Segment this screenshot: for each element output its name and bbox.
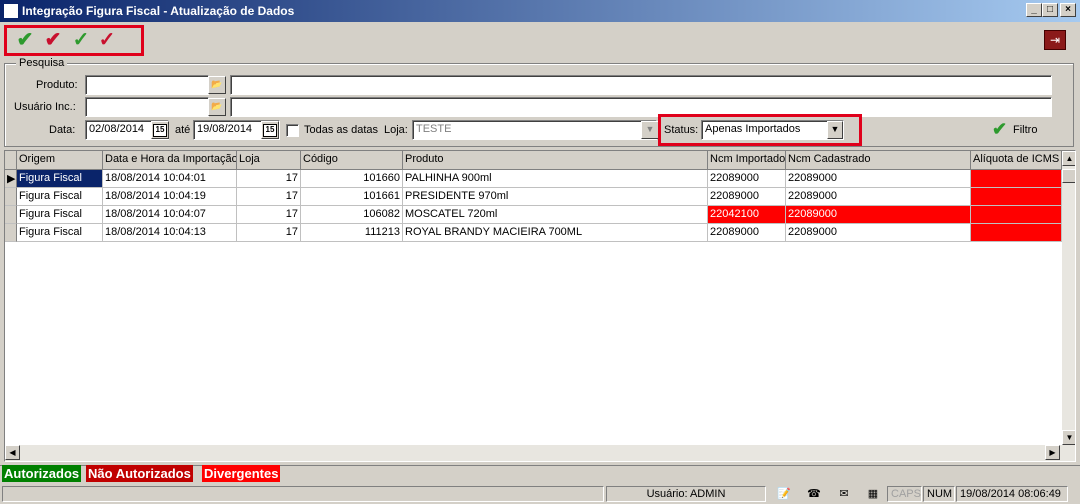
toolbar-highlight [4, 25, 144, 56]
scroll-left-button[interactable]: ◀ [5, 445, 20, 460]
todas-datas-label: Todas as datas [304, 124, 378, 136]
todas-datas-checkbox[interactable] [286, 124, 299, 137]
status-dropdown-arrow[interactable]: ▼ [827, 121, 843, 139]
calculator-icon[interactable]: ▦ [864, 486, 882, 502]
loja-label: Loja: [384, 124, 408, 136]
table-cell-aliquota[interactable] [971, 224, 1062, 242]
table-cell-produto[interactable]: ROYAL BRANDY MACIEIRA 700ML [403, 224, 708, 242]
usuario-name-input[interactable] [230, 97, 1052, 117]
col-ncm-importado[interactable]: Ncm Importado [708, 151, 786, 170]
table-cell-origem[interactable]: Figura Fiscal [17, 188, 103, 206]
table-cell-codigo[interactable]: 101660 [301, 170, 403, 188]
produto-code-input[interactable] [85, 75, 209, 95]
col-data-hora[interactable]: Data e Hora da Importação [103, 151, 237, 170]
exit-door-icon[interactable]: ⇥ [1044, 30, 1066, 50]
table-cell-produto[interactable]: PALHINHA 900ml [403, 170, 708, 188]
loja-dropdown-arrow[interactable]: ▼ [641, 121, 659, 139]
table-cell-datahora[interactable]: 18/08/2014 10:04:13 [103, 224, 237, 242]
loja-select[interactable]: TESTE [412, 120, 657, 140]
usuario-label: Usuário Inc.: [14, 101, 76, 113]
statusbar-num: NUM [923, 486, 955, 502]
data-label: Data: [49, 124, 76, 136]
usuario-code-input[interactable] [85, 97, 209, 117]
table-cell-ncm-cadastrado[interactable]: 22089000 [786, 188, 971, 206]
phone-icon[interactable]: ☎ [805, 486, 823, 502]
table-cell-origem[interactable]: Figura Fiscal [17, 224, 103, 242]
table-cell-aliquota[interactable] [971, 188, 1062, 206]
row-indicator [5, 206, 17, 224]
table-cell-ncm-importado-divergent[interactable]: 22042100 [708, 206, 786, 224]
calendar-icon[interactable]: 📝 [775, 486, 793, 502]
table-cell-aliquota[interactable] [971, 170, 1062, 188]
results-grid[interactable]: Origem Data e Hora da Importação Loja Có… [4, 150, 1076, 462]
produto-lookup-button[interactable]: 📂 [208, 76, 226, 94]
table-cell-ncm-importado[interactable]: 22089000 [708, 188, 786, 206]
legend-autorizados: Autorizados [2, 465, 82, 482]
table-cell-codigo[interactable]: 106082 [301, 206, 403, 224]
table-cell-origem[interactable]: Figura Fiscal [17, 206, 103, 224]
col-loja[interactable]: Loja [237, 151, 301, 170]
horizontal-scrollbar[interactable]: ◀ ▶ [5, 445, 1062, 461]
scroll-up-button[interactable]: ▲ [1062, 151, 1075, 166]
window-title: Integração Figura Fiscal - Atualização d… [22, 4, 295, 18]
statusbar-panel-empty [2, 486, 604, 502]
minimize-button[interactable]: _ [1026, 3, 1042, 17]
statusbar-datetime: 19/08/2014 08:06:49 [956, 486, 1068, 502]
col-codigo[interactable]: Código [301, 151, 403, 170]
date-from-calendar-button[interactable]: 15 [151, 121, 169, 139]
date-to-calendar-button[interactable]: 15 [261, 121, 279, 139]
scroll-down-button[interactable]: ▼ [1062, 430, 1075, 445]
status-select[interactable]: Apenas Importados [701, 120, 844, 140]
table-cell-datahora[interactable]: 18/08/2014 10:04:19 [103, 188, 237, 206]
table-cell-codigo[interactable]: 101661 [301, 188, 403, 206]
table-cell-loja[interactable]: 17 [237, 206, 301, 224]
table-cell-loja[interactable]: 17 [237, 170, 301, 188]
usuario-lookup-button[interactable]: 📂 [208, 98, 226, 116]
filter-button-label[interactable]: Filtro [1013, 124, 1037, 136]
table-cell-origem[interactable]: Figura Fiscal [17, 170, 103, 188]
filter-check-icon[interactable]: ✔ [992, 119, 1007, 140]
table-cell-loja[interactable]: 17 [237, 224, 301, 242]
table-cell-ncm-importado[interactable]: 22089000 [708, 170, 786, 188]
close-button[interactable]: × [1060, 3, 1076, 17]
row-indicator [5, 188, 17, 206]
table-cell-ncm-importado[interactable]: 22089000 [708, 224, 786, 242]
statusbar-caps: CAPS [887, 486, 922, 502]
table-cell-loja[interactable]: 17 [237, 188, 301, 206]
table-cell-ncm-cadastrado[interactable]: 22089000 [786, 224, 971, 242]
col-produto[interactable]: Produto [403, 151, 708, 170]
scroll-thumb[interactable] [1062, 169, 1075, 183]
status-label: Status: [664, 124, 699, 136]
mail-icon[interactable]: ✉ [835, 486, 853, 502]
table-cell-datahora[interactable]: 18/08/2014 10:04:07 [103, 206, 237, 224]
table-cell-datahora[interactable]: 18/08/2014 10:04:01 [103, 170, 237, 188]
col-aliquota-icms[interactable]: Alíquota de ICMS [971, 151, 1062, 170]
ate-label: até [175, 124, 191, 136]
legend-divergentes: Divergentes [202, 465, 281, 482]
table-cell-aliquota[interactable] [971, 206, 1062, 224]
col-origem[interactable]: Origem [17, 151, 103, 170]
maximize-button[interactable]: □ [1042, 3, 1058, 17]
statusbar-usuario: Usuário: ADMIN [606, 486, 766, 502]
row-indicator-current: ▶ [5, 170, 17, 188]
produto-label: Produto: [36, 79, 78, 91]
app-icon [3, 3, 19, 19]
col-ncm-cadastrado[interactable]: Ncm Cadastrado [786, 151, 971, 170]
legend-nao-autorizados: Não Autorizados [86, 465, 193, 482]
row-indicator [5, 224, 17, 242]
grid-header-indicator [5, 151, 17, 170]
vertical-scrollbar[interactable]: ▲ ▼ [1062, 151, 1075, 461]
table-cell-codigo[interactable]: 111213 [301, 224, 403, 242]
scroll-right-button[interactable]: ▶ [1045, 445, 1060, 460]
table-cell-produto[interactable]: PRESIDENTE 970ml [403, 188, 708, 206]
search-group-label: Pesquisa [16, 57, 68, 69]
table-cell-produto[interactable]: MOSCATEL 720ml [403, 206, 708, 224]
table-cell-ncm-cadastrado[interactable]: 22089000 [786, 170, 971, 188]
table-cell-ncm-cadastrado-divergent[interactable]: 22089000 [786, 206, 971, 224]
produto-description-input[interactable] [230, 75, 1052, 95]
